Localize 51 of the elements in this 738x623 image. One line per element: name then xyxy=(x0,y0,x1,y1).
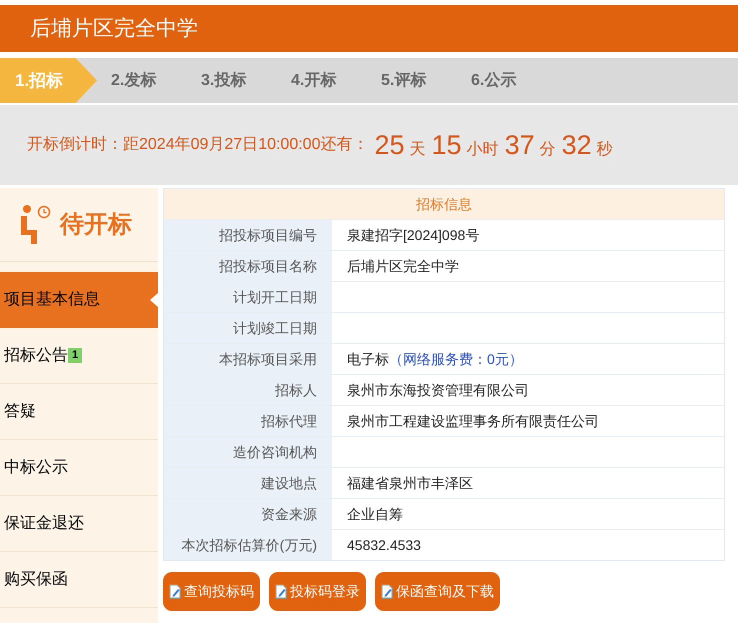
row-value: 45832.4533 xyxy=(347,536,421,554)
row-label: 计划开工日期 xyxy=(164,282,332,312)
countdown-unit: 天 xyxy=(410,140,426,160)
row-value: 电子标 xyxy=(347,350,389,368)
row-value: 后埔片区完全中学 xyxy=(347,256,459,276)
row-value: 泉州市东海投资管理有限公司 xyxy=(347,380,529,400)
row-label: 资金来源 xyxy=(164,499,332,529)
document-pencil-icon xyxy=(275,584,287,599)
countdown-number: 37 xyxy=(504,128,535,162)
fee-note: （网络服务费：0元） xyxy=(389,350,523,368)
row-label: 计划竣工日期 xyxy=(164,313,332,343)
page-title: 后埔片区完全中学 xyxy=(30,16,198,42)
row-label: 本次招标估算价(万元) xyxy=(164,530,332,560)
row-value: 企业自筹 xyxy=(347,504,403,524)
step-tab[interactable]: 4.开标 xyxy=(291,58,381,103)
document-pencil-icon xyxy=(169,584,181,599)
sidebar-item[interactable]: 购买保函 xyxy=(0,552,158,608)
sidebar-item[interactable]: 招标公告 1 xyxy=(0,328,158,384)
sidebar-item[interactable]: 保证金退还 xyxy=(0,496,158,552)
countdown-number: 32 xyxy=(562,128,592,162)
action-button[interactable]: 查询投标码 xyxy=(163,572,260,611)
row-value: 泉建招字[2024]098号 xyxy=(347,226,480,245)
row-label: 招标人 xyxy=(164,375,332,405)
step-tab[interactable]: 3.投标 xyxy=(201,58,291,103)
row-label: 本招标项目采用 xyxy=(164,344,332,374)
seated-person-clock-icon xyxy=(18,204,52,246)
countdown-label: 开标倒计时：距2024年09月27日10:00:00还有： xyxy=(27,134,368,155)
count-badge: 1 xyxy=(68,348,82,363)
step-tab[interactable]: 2.发标 xyxy=(111,58,201,103)
row-value: 泉州市工程建设监理事务所有限责任公司 xyxy=(347,412,599,430)
status-label: 待开标 xyxy=(60,210,132,240)
table-title: 招标信息 xyxy=(164,189,724,219)
row-label: 招标代理 xyxy=(164,406,332,436)
sidebar-item[interactable]: 中标公示 xyxy=(0,440,158,496)
document-pencil-icon xyxy=(381,584,393,599)
row-label: 招投标项目编号 xyxy=(164,220,332,250)
countdown-number: 25 xyxy=(374,128,405,162)
sidebar-item[interactable]: 答疑 xyxy=(0,384,158,440)
countdown-unit: 秒 xyxy=(596,140,613,160)
row-label: 建设地点 xyxy=(164,468,332,498)
sidebar-item[interactable]: 项目基本信息 xyxy=(0,272,158,328)
step-tab[interactable]: 5.评标 xyxy=(381,58,471,103)
step-tab[interactable]: 6.公示 xyxy=(471,58,561,103)
row-label: 招投标项目名称 xyxy=(164,251,332,281)
countdown-unit: 分 xyxy=(540,140,556,160)
countdown-unit: 小时 xyxy=(466,140,499,160)
row-label: 造价咨询机构 xyxy=(164,437,332,467)
action-button[interactable]: 投标码登录 xyxy=(269,572,366,611)
row-value: 福建省泉州市丰泽区 xyxy=(347,474,473,492)
countdown-number: 15 xyxy=(432,128,462,162)
action-button[interactable]: 保函查询及下载 xyxy=(375,572,500,611)
